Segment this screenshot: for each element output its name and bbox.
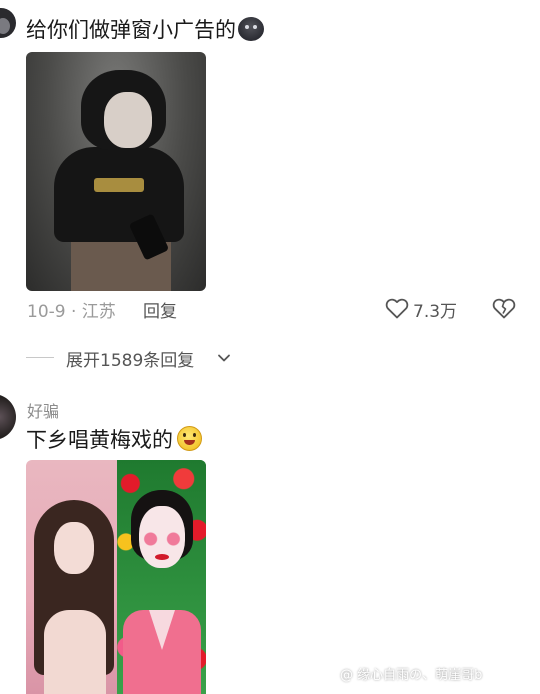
comment-image[interactable] bbox=[26, 460, 117, 694]
watermark: @ 缘心自雨の、萌崖哥b bbox=[340, 668, 483, 683]
comment-text: 给你们做弹窗小广告的 bbox=[26, 17, 264, 43]
expand-replies-label: 展开1589条回复 bbox=[66, 351, 195, 371]
comment-meta: 10-9 · 江苏 回复 7.3万 bbox=[27, 297, 527, 322]
comment-username[interactable]: 好骗 bbox=[27, 398, 59, 422]
comment-text: 下乡唱黄梅戏的 bbox=[26, 426, 202, 453]
divider-line bbox=[26, 357, 54, 358]
comment-text-content: 给你们做弹窗小广告的 bbox=[26, 18, 236, 42]
like-count: 7.3万 bbox=[413, 302, 458, 322]
chevron-down-icon bbox=[218, 354, 230, 362]
comment-image[interactable] bbox=[26, 52, 206, 291]
heart-icon bbox=[385, 298, 409, 319]
dark-face-emoji-icon bbox=[238, 17, 264, 41]
commenter-avatar[interactable] bbox=[0, 394, 16, 440]
broken-heart-icon[interactable] bbox=[492, 297, 516, 319]
grinning-face-emoji-icon bbox=[177, 426, 202, 451]
reply-button[interactable]: 回复 bbox=[143, 297, 177, 322]
comment-text-content: 下乡唱黄梅戏的 bbox=[26, 428, 173, 452]
comment-image[interactable] bbox=[117, 460, 206, 694]
comment-date-location: 10-9 · 江苏 bbox=[27, 302, 116, 322]
commenter-avatar[interactable] bbox=[0, 8, 16, 38]
